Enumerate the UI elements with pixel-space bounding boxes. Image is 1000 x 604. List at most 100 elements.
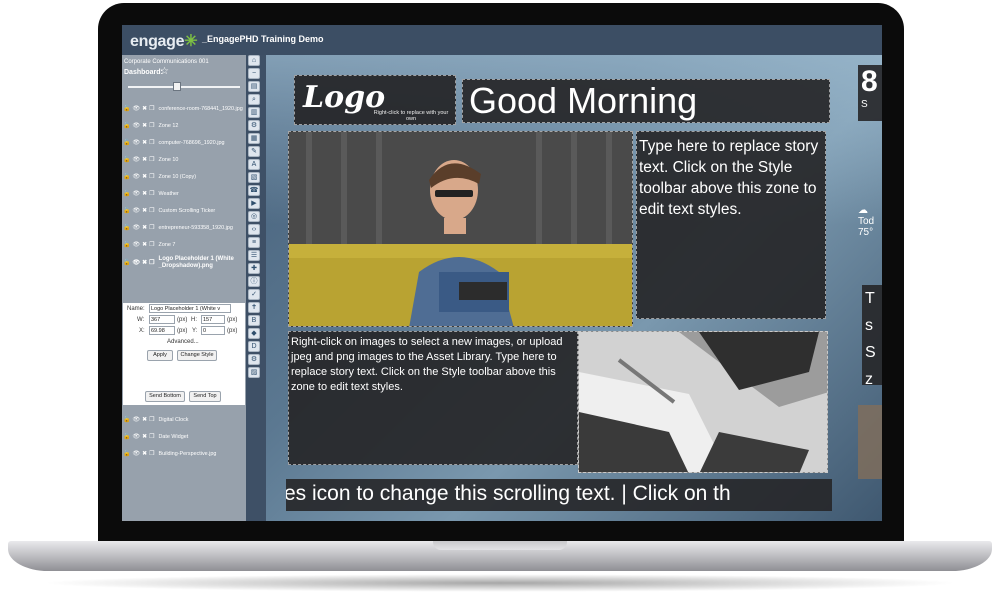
logo-zone[interactable]: Logo Right-click to replace with your ow… — [294, 75, 456, 125]
story-zone-1[interactable]: Type here to replace story text. Click o… — [636, 131, 826, 319]
eye-icon[interactable]: 👁 — [132, 260, 140, 267]
delete-icon[interactable]: ✖ — [142, 105, 147, 112]
copy-icon[interactable]: ❐ — [149, 260, 154, 267]
x-input[interactable]: 69.98 — [149, 326, 175, 335]
digital-clock-zone[interactable]: 8 S — [858, 65, 882, 121]
text-icon[interactable]: A — [248, 159, 260, 170]
menu-icon[interactable]: ☰ — [248, 250, 260, 261]
lock-icon[interactable]: 🔓 — [123, 105, 130, 112]
story-text-2[interactable]: Right-click on images to select a new im… — [291, 335, 575, 395]
greeting-zone[interactable]: Good Morning — [462, 79, 830, 123]
home-icon[interactable]: ⌂ — [248, 55, 260, 66]
eye-icon[interactable]: 👁 — [132, 190, 140, 197]
zoom-slider-handle[interactable] — [173, 82, 181, 91]
eye-icon[interactable]: 👁 — [132, 173, 140, 180]
screen-icon[interactable]: ▥ — [248, 107, 260, 118]
lock-icon[interactable]: 🔓 — [123, 433, 130, 440]
change-style-button[interactable]: Change Style — [177, 350, 217, 361]
layer-item[interactable]: 🔓 👁 ✖ ❐ Zone 12 — [122, 117, 246, 134]
layer-item[interactable]: 🔓 👁 ✖ ❐ Zone 7 — [122, 236, 246, 253]
lock-icon[interactable]: 🔓 — [123, 190, 130, 197]
eye-icon[interactable]: 👁 — [132, 224, 140, 231]
y-input[interactable]: 0 — [201, 326, 225, 335]
eye-icon[interactable]: 👁 — [132, 241, 140, 248]
layer-item[interactable]: 🔓 👁 ✖ ❐ Zone 10 (Copy) — [122, 168, 246, 185]
lock-icon[interactable]: 🔓 — [123, 139, 130, 146]
width-input[interactable]: 367 — [149, 315, 175, 324]
copy-icon[interactable]: ❐ — [149, 416, 154, 423]
delete-icon[interactable]: ✖ — [142, 190, 147, 197]
bold-icon[interactable]: B — [248, 315, 260, 326]
copy-icon[interactable]: ❐ — [149, 190, 154, 197]
delete-icon[interactable]: ✖ — [142, 139, 147, 146]
info-icon[interactable]: ⓘ — [248, 276, 260, 287]
copy-icon[interactable]: ❐ — [149, 450, 154, 457]
layout-icon[interactable]: ▤ — [248, 81, 260, 92]
design-canvas[interactable]: Logo Right-click to replace with your ow… — [266, 55, 882, 521]
scrolling-ticker[interactable]: es icon to change this scrolling text. |… — [286, 479, 832, 511]
check-icon[interactable]: ✓ — [248, 289, 260, 300]
lock-icon[interactable]: 🔓 — [123, 173, 130, 180]
eye-icon[interactable]: 👁 — [132, 156, 140, 163]
eye-icon[interactable]: 👁 — [132, 207, 140, 214]
phone-icon[interactable]: ☎ — [248, 185, 260, 196]
copy-icon[interactable]: ❐ — [149, 122, 154, 129]
right-story-zone[interactable]: T s S z — [862, 285, 882, 385]
weather-zone[interactable]: ☁ Tod 75° — [858, 205, 882, 245]
copy-icon[interactable]: ❐ — [149, 207, 154, 214]
zoom-slider[interactable] — [128, 86, 240, 88]
copy-icon[interactable]: ❐ — [149, 105, 154, 112]
delete-icon[interactable]: ✖ — [142, 122, 147, 129]
layer-item-selected[interactable]: 🔓 👁 ✖ ❐ Logo Placeholder 1 (White _Dropshadow… — [122, 253, 246, 273]
edit-icon[interactable]: ✎ — [248, 146, 260, 157]
name-input[interactable]: Logo Placeholder 1 (White v — [149, 304, 231, 313]
layer-item[interactable]: 🔓 👁 ✖ ❐ Weather — [122, 185, 246, 202]
search-icon[interactable]: ⌕ — [248, 94, 260, 105]
cross-icon[interactable]: ✝ — [248, 302, 260, 313]
star-icon[interactable]: ☆ — [160, 66, 169, 77]
layer-item[interactable]: 🔓 👁 ✖ ❐ conference-room-768441_1920.jpg — [122, 100, 246, 117]
layer-item[interactable]: 🔓 👁 ✖ ❐ Zone 10 — [122, 151, 246, 168]
delete-icon[interactable]: ✖ — [142, 260, 147, 267]
save-icon[interactable]: ▨ — [248, 367, 260, 378]
height-input[interactable]: 157 — [201, 315, 225, 324]
delete-icon[interactable]: ✖ — [142, 207, 147, 214]
lock-icon[interactable]: 🔓 — [123, 241, 130, 248]
lock-icon[interactable]: 🔓 — [123, 260, 130, 267]
lock-icon[interactable]: 🔓 — [123, 224, 130, 231]
layer-item[interactable]: 🔓 👁 ✖ ❐ Custom Scrolling Ticker — [122, 202, 246, 219]
layer-item[interactable]: 🔓 👁 ✖ ❐ computer-768696_1920.jpg — [122, 134, 246, 151]
eye-icon[interactable]: 👁 — [132, 416, 140, 423]
d-icon[interactable]: D — [248, 341, 260, 352]
lock-icon[interactable]: 🔓 — [123, 416, 130, 423]
copy-icon[interactable]: ❐ — [149, 224, 154, 231]
minus-icon[interactable]: − — [248, 68, 260, 79]
layer-item[interactable]: 🔓 👁 ✖ ❐ Digital Clock — [122, 411, 246, 428]
eye-icon[interactable]: 👁 — [132, 139, 140, 146]
eye-icon[interactable]: 👁 — [132, 122, 140, 129]
layer-item[interactable]: 🔓 👁 ✖ ❐ Date Widget — [122, 428, 246, 445]
lock-icon[interactable]: 🔓 — [123, 122, 130, 129]
lock-icon[interactable]: 🔓 — [123, 450, 130, 457]
settings-icon[interactable]: ⚙ — [248, 120, 260, 131]
photo-zone-entrepreneur[interactable] — [288, 131, 633, 327]
delete-icon[interactable]: ✖ — [142, 450, 147, 457]
target-icon[interactable]: ◎ — [248, 211, 260, 222]
copy-icon[interactable]: ❐ — [149, 173, 154, 180]
delete-icon[interactable]: ✖ — [142, 416, 147, 423]
apply-button[interactable]: Apply — [147, 350, 173, 361]
copy-icon[interactable]: ❐ — [149, 241, 154, 248]
gear-icon[interactable]: ⚙ — [248, 354, 260, 365]
gallery-icon[interactable]: ▧ — [248, 172, 260, 183]
story-text-1[interactable]: Type here to replace story text. Click o… — [639, 136, 825, 220]
layer-item[interactable]: 🔓 👁 ✖ ❐ Building-Perspective.jpg — [122, 445, 246, 462]
add-icon[interactable]: ✚ — [248, 263, 260, 274]
delete-icon[interactable]: ✖ — [142, 433, 147, 440]
code-icon[interactable]: ‹› — [248, 224, 260, 235]
delete-icon[interactable]: ✖ — [142, 224, 147, 231]
layer-item[interactable]: 🔓 👁 ✖ ❐ entrepreneur-593358_1920.jpg — [122, 219, 246, 236]
lock-icon[interactable]: 🔓 — [123, 207, 130, 214]
delete-icon[interactable]: ✖ — [142, 173, 147, 180]
image-icon[interactable]: ▦ — [248, 133, 260, 144]
send-bottom-button[interactable]: Send Bottom — [145, 391, 185, 402]
